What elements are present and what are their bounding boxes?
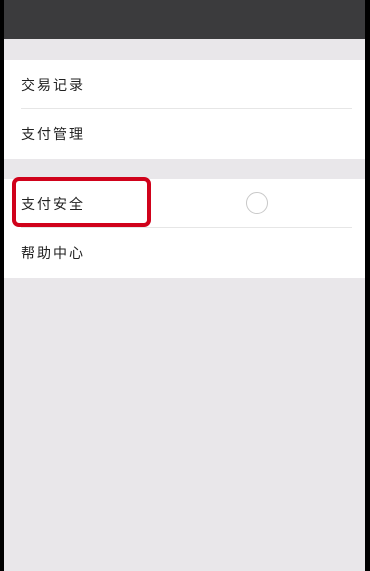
menu-item-label: 交易记录 — [21, 77, 85, 94]
menu-item-help-center[interactable]: 帮助中心 — [4, 228, 365, 278]
status-bar — [4, 0, 365, 39]
menu-item-label: 帮助中心 — [21, 246, 85, 262]
phone-screen: 交易记录 支付管理 支付安全 帮助中心 — [4, 0, 365, 571]
menu-item-payment-management[interactable]: 支付管理 — [4, 109, 365, 159]
menu-item-label: 支付管理 — [21, 127, 85, 143]
menu-group-1: 交易记录 支付管理 — [4, 60, 365, 159]
highlight-annotation-box — [12, 177, 151, 227]
menu-item-transaction-records[interactable]: 交易记录 — [4, 60, 365, 109]
tap-indicator-circle — [246, 192, 268, 214]
